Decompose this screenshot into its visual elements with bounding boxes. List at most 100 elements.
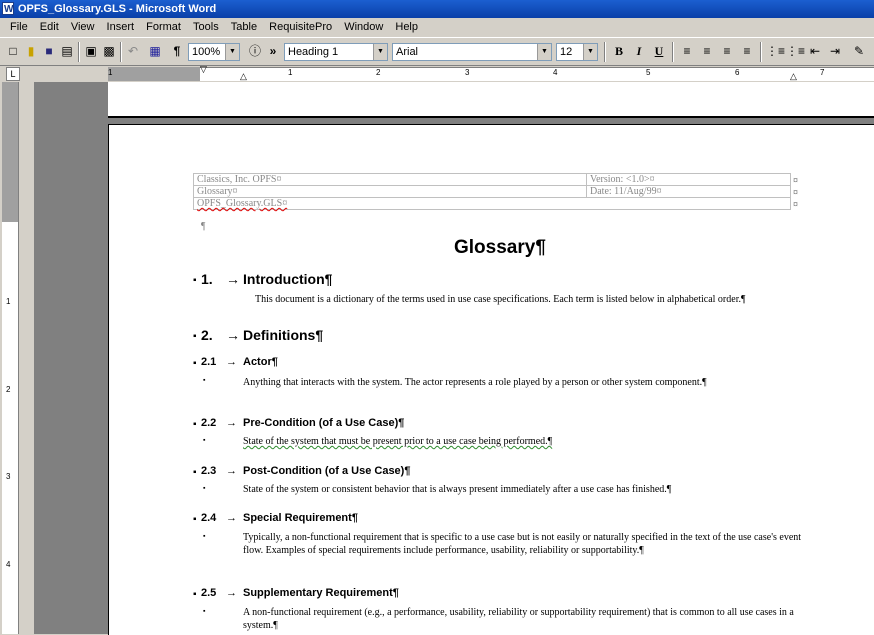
decrease-indent-icon[interactable]: ⇤ bbox=[806, 42, 824, 60]
menu-insert[interactable]: Insert bbox=[103, 18, 139, 37]
table-icon[interactable]: ▦ bbox=[146, 42, 164, 60]
heading-post-condition[interactable]: Post-Condition (of a Use Case)¶ bbox=[243, 465, 410, 477]
underline-button[interactable]: U bbox=[650, 42, 668, 60]
print-icon[interactable]: ▤ bbox=[58, 42, 76, 60]
menu-bar: File Edit View Insert Format Tools Table… bbox=[0, 18, 874, 37]
chevron-down-icon[interactable]: ▼ bbox=[225, 44, 239, 60]
menu-format[interactable]: Format bbox=[142, 18, 185, 37]
bullets-icon[interactable]: ⋮≡ bbox=[786, 42, 805, 60]
paragraph-introduction[interactable]: This document is a dictionary of the ter… bbox=[255, 293, 795, 306]
bullet-mark: ▪ bbox=[193, 275, 197, 286]
menu-file[interactable]: File bbox=[6, 18, 32, 37]
first-line-indent-marker[interactable]: ▽ bbox=[200, 64, 207, 75]
heading-supplementary-requirement[interactable]: Supplementary Requirement¶ bbox=[243, 587, 399, 599]
ruler-number: 5 bbox=[646, 68, 651, 77]
tab-arrow: → bbox=[226, 465, 237, 477]
italic-button[interactable]: I bbox=[630, 42, 648, 60]
header-cell[interactable]: Date: 11/Aug/99¤ bbox=[586, 185, 791, 198]
header-table[interactable]: Classics, Inc. OPFS¤ Version: <1.0>¤ Glo… bbox=[193, 173, 791, 210]
menu-requisitepro[interactable]: RequisitePro bbox=[265, 18, 336, 37]
toolbar-separator bbox=[672, 42, 674, 62]
ruler-number: 2 bbox=[6, 385, 11, 394]
heading-special-requirement[interactable]: Special Requirement¶ bbox=[243, 512, 358, 524]
ruler-number: 3 bbox=[465, 68, 470, 77]
tab-selector[interactable]: L bbox=[6, 67, 20, 81]
show-formatting-icon[interactable]: ¶ bbox=[168, 42, 186, 60]
paragraph-special-requirement[interactable]: Typically, a non-functional requirement … bbox=[243, 531, 803, 557]
undo-icon[interactable]: ↶ bbox=[124, 42, 142, 60]
document-body[interactable]: Classics, Inc. OPFS¤ Version: <1.0>¤ Glo… bbox=[109, 125, 874, 635]
ruler-number: 1 bbox=[108, 68, 113, 77]
bullet-mark: ▪ bbox=[193, 467, 197, 478]
paragraph-post-condition[interactable]: State of the system or consistent behavi… bbox=[243, 483, 823, 496]
bullet-mark: ▪ bbox=[203, 437, 206, 444]
menu-window[interactable]: Window bbox=[340, 18, 387, 37]
heading-definitions[interactable]: Definitions¶ bbox=[243, 327, 323, 343]
menu-table[interactable]: Table bbox=[227, 18, 261, 37]
align-right-icon[interactable]: ≡ bbox=[718, 42, 736, 60]
new-icon[interactable]: □ bbox=[4, 42, 22, 60]
toolbar-separator bbox=[78, 42, 80, 62]
toolbar-separator bbox=[760, 42, 762, 62]
heading-number: 2.5 bbox=[201, 587, 217, 599]
header-cell[interactable]: Version: <1.0>¤ bbox=[586, 173, 791, 186]
align-left-icon[interactable]: ≡ bbox=[678, 42, 696, 60]
document-title[interactable]: Glossary¶ bbox=[454, 237, 546, 259]
word-app-icon[interactable] bbox=[2, 1, 14, 19]
hanging-indent-marker[interactable]: △ bbox=[240, 71, 247, 82]
heading-number: 2.4 bbox=[201, 512, 217, 524]
style-select[interactable]: Heading 1 ▼ bbox=[284, 43, 388, 61]
chevron-down-icon[interactable]: ▼ bbox=[583, 44, 597, 60]
ruler-number: 2 bbox=[376, 68, 381, 77]
chevron-down-icon[interactable]: ▼ bbox=[373, 44, 387, 60]
menu-help[interactable]: Help bbox=[391, 18, 422, 37]
chevron-down-icon[interactable]: ▼ bbox=[537, 44, 551, 60]
font-select[interactable]: Arial ▼ bbox=[392, 43, 552, 61]
header-cell[interactable]: Classics, Inc. OPFS¤ bbox=[193, 173, 587, 186]
row-end-mark: ¤ bbox=[793, 187, 799, 197]
heading-introduction[interactable]: Introduction¶ bbox=[243, 271, 332, 287]
bullet-mark: ▪ bbox=[203, 608, 206, 615]
paragraph-supplementary-requirement[interactable]: A non-functional requirement (e.g., a pe… bbox=[243, 606, 798, 632]
ruler-number: 6 bbox=[735, 68, 740, 77]
ruler-number: 1 bbox=[6, 297, 11, 306]
help-icon[interactable]: ⓘ bbox=[246, 42, 264, 60]
bullet-mark: ▪ bbox=[193, 358, 197, 369]
ruler-number: 4 bbox=[6, 560, 11, 569]
center-icon[interactable]: ≡ bbox=[698, 42, 716, 60]
zoom-select[interactable]: 100% ▼ bbox=[188, 43, 240, 61]
paragraph-pre-condition[interactable]: State of the system that must be present… bbox=[243, 435, 798, 448]
menu-view[interactable]: View bbox=[67, 18, 99, 37]
paragraph-actor[interactable]: Anything that interacts with the system.… bbox=[243, 376, 798, 389]
right-indent-marker[interactable]: △ bbox=[790, 71, 797, 82]
bold-button[interactable]: B bbox=[610, 42, 628, 60]
ruler-number: 4 bbox=[553, 68, 558, 77]
highlight-icon[interactable]: ✎ bbox=[850, 42, 868, 60]
tab-arrow: → bbox=[226, 512, 237, 524]
heading-number: 2.1 bbox=[201, 356, 217, 368]
bullet-mark: ▪ bbox=[203, 377, 206, 384]
header-cell[interactable]: Glossary¤ bbox=[193, 185, 587, 198]
print-preview-icon[interactable]: ▣ bbox=[82, 42, 100, 60]
font-size-value: 12 bbox=[560, 46, 573, 58]
empty-paragraph-mark: ¶ bbox=[201, 221, 206, 232]
menu-edit[interactable]: Edit bbox=[36, 18, 63, 37]
header-row: OPFS_Glossary.GLS¤ bbox=[193, 197, 791, 210]
justify-icon[interactable]: ≡ bbox=[738, 42, 756, 60]
open-icon[interactable]: ▮ bbox=[22, 42, 40, 60]
paste-icon[interactable]: ▩ bbox=[100, 42, 118, 60]
tab-arrow: → bbox=[226, 356, 237, 368]
increase-indent-icon[interactable]: ⇥ bbox=[826, 42, 844, 60]
tab-arrow: → bbox=[226, 327, 240, 343]
heading-pre-condition[interactable]: Pre-Condition (of a Use Case)¶ bbox=[243, 417, 404, 429]
menu-tools[interactable]: Tools bbox=[189, 18, 223, 37]
font-size-select[interactable]: 12 ▼ bbox=[556, 43, 598, 61]
header-cell[interactable]: OPFS_Glossary.GLS¤ bbox=[193, 197, 791, 210]
heading-actor[interactable]: Actor¶ bbox=[243, 356, 278, 368]
previous-page-bottom bbox=[108, 82, 874, 118]
save-icon[interactable]: ■ bbox=[40, 42, 58, 60]
window-title: OPFS_Glossary.GLS - Microsoft Word bbox=[18, 3, 217, 15]
more-buttons-icon[interactable]: » bbox=[264, 42, 282, 60]
document-page[interactable]: Classics, Inc. OPFS¤ Version: <1.0>¤ Glo… bbox=[108, 124, 874, 635]
numbering-icon[interactable]: ⋮≡ bbox=[766, 42, 785, 60]
